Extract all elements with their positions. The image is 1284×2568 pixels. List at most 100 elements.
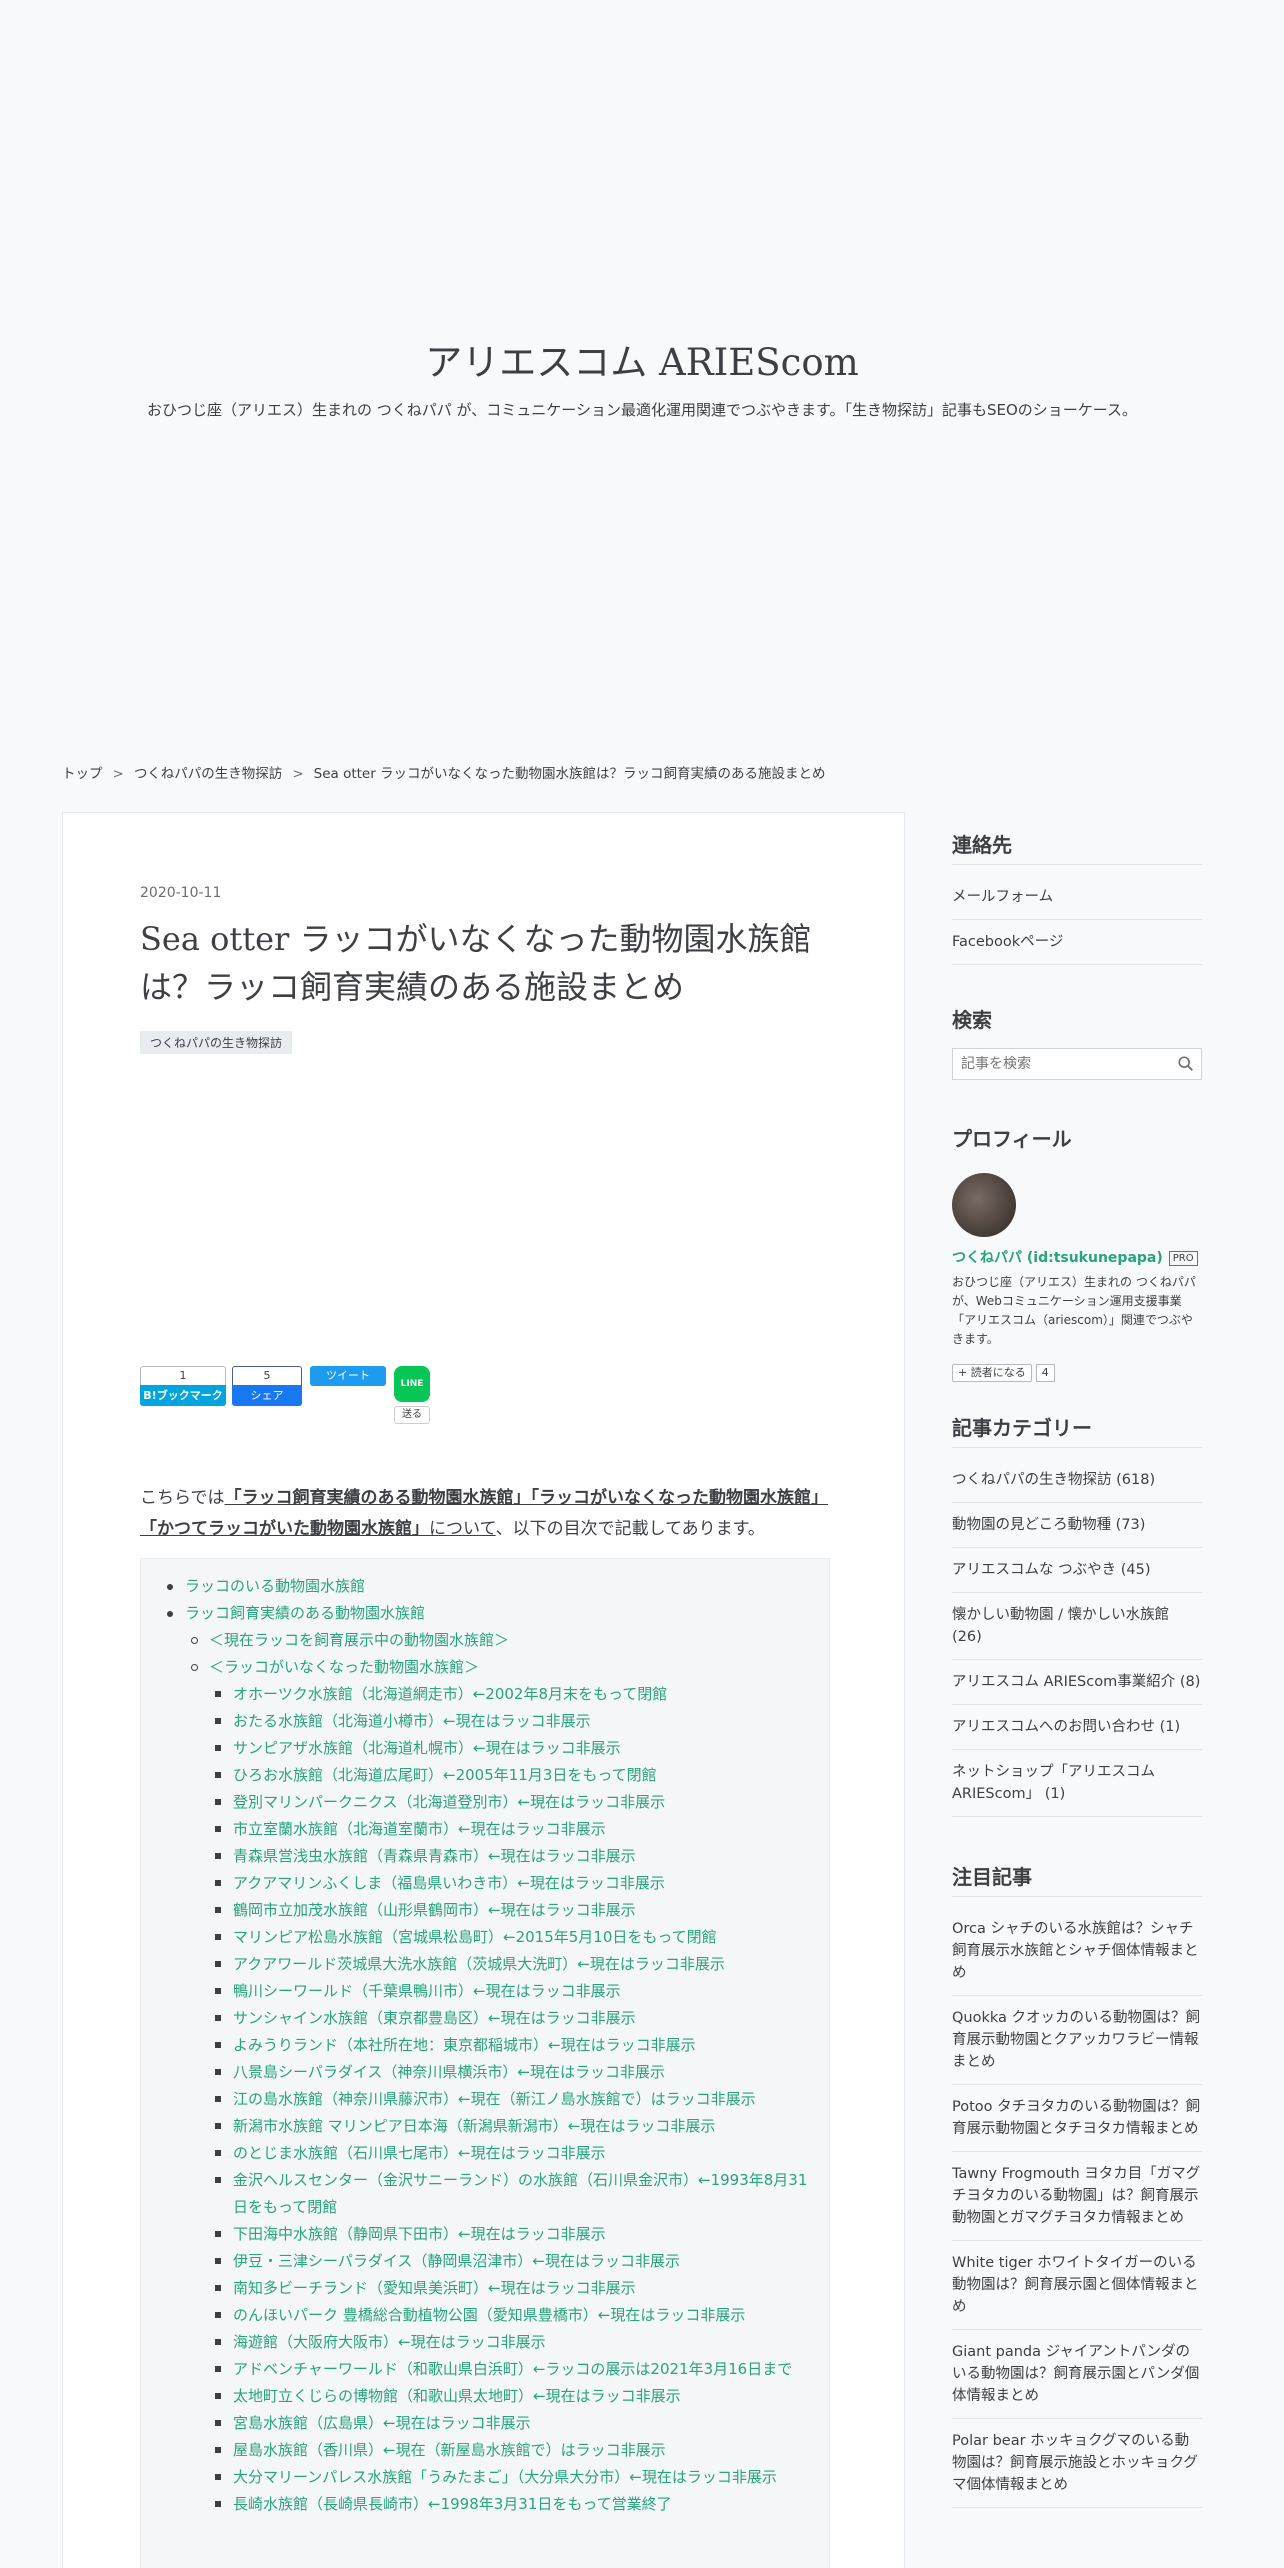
toc-facility-item[interactable]: 市立室蘭水族館（北海道室蘭市）←現在はラッコ非展示 [209,1816,809,1843]
toc-facility-item[interactable]: 伊豆・三津シーパラダイス（静岡県沼津市）←現在はラッコ非展示 [209,2248,809,2275]
search-input[interactable] [953,1049,1153,1079]
featured-article-link[interactable]: Polar bear ホッキョクグマのいる動物園は？飼育展示施設とホッキョクグマ… [952,2419,1202,2508]
toc-facility-item[interactable]: 海遊館（大阪府大阪市）←現在はラッコ非展示 [209,2329,809,2356]
category-link[interactable]: アリエスコムへのお問い合わせ (1) [952,1705,1202,1750]
intro-bold-2: 「ラッコがいなくなった動物園水族館」 [530,1488,829,1508]
reader-count: 4 [1035,1364,1055,1382]
featured-article-link[interactable]: Potoo タチヨタカのいる動物園は？飼育展示動物園とタチヨタカ情報まとめ [952,2085,1202,2152]
toc-facility-item[interactable]: おたる水族館（北海道小樽市）←現在はラッコ非展示 [209,1708,809,1735]
line-send-button[interactable]: 送る [394,1406,430,1424]
breadcrumb-current: Sea otter ラッコがいなくなった動物園水族館は？ラッコ飼育実績のある施設… [313,766,826,782]
toc-facility-item[interactable]: 下田海中水族館（静岡県下田市）←現在はラッコ非展示 [209,2221,809,2248]
toc-facility-item[interactable]: 屋島水族館（香川県）←現在（新屋島水族館で）はラッコ非展示 [209,2437,809,2464]
featured-article-link[interactable]: Tawny Frogmouth ヨタカ目「ガマグチヨタカのいる動物園」は？飼育展… [952,2152,1202,2241]
hatena-count: 1 [140,1366,226,1385]
toc-facility-item[interactable]: 太地町立くじらの博物館（和歌山県太地町）←現在はラッコ非展示 [209,2383,809,2410]
reader-widget: + 読者になる 4 [952,1361,1202,1382]
toc-facility-item[interactable]: 金沢ヘルスセンター（金沢サニーランド）の水族館（石川県金沢市）←1993年8月3… [209,2167,809,2221]
toc-facility-item[interactable]: 青森県営浅虫水族館（青森県青森市）←現在はラッコ非展示 [209,1843,809,1870]
toc-facility-item[interactable]: 鴨川シーワールド（千葉県鴨川市）←現在はラッコ非展示 [209,1978,809,2005]
profile-id[interactable]: つくねパパ (id:tsukunepapa) [952,1250,1163,1266]
toc-subitem[interactable]: ＜ラッコがいなくなった動物園水族館＞ オホーツク水族館（北海道網走市）←2002… [185,1654,809,2518]
category-link[interactable]: 動物園の見どころ動物種 (73) [952,1503,1202,1548]
toc-facility-item[interactable]: 大分マリーンパレス水族館「うみたまご」（大分県大分市）←現在はラッコ非展示 [209,2464,809,2491]
toc-facility-item[interactable]: のんほいパーク 豊橋総合動植物公園（愛知県豊橋市）←現在はラッコ非展示 [209,2302,809,2329]
sidebar-heading: プロフィール [952,1127,1072,1151]
blog-description: おひつじ座（アリエス）生まれの つくねパパ が、コミュニケーション最適化運用関連… [147,401,1137,419]
toc-facility-item[interactable]: マリンピア松島水族館（宮城県松島町）←2015年5月10日をもって閉館 [209,1924,809,1951]
toc-facility-item[interactable]: 長崎水族館（長崎県長崎市）←1998年3月31日をもって営業終了 [209,2491,809,2518]
toc-facility-item[interactable]: 登別マリンパークニクス（北海道登別市）←現在はラッコ非展示 [209,1789,809,1816]
subscribe-button[interactable]: + 読者になる [952,1364,1032,1382]
twitter-tweet-button[interactable]: ツイート [310,1366,386,1386]
toc-facility-item[interactable]: アクアマリンふくしま（福島県いわき市）←現在はラッコ非展示 [209,1870,809,1897]
intro-text: こちらでは [140,1488,225,1508]
intro-text: 、以下の目次で記載してあります。 [495,1519,765,1539]
toc-item-label[interactable]: ラッコ飼育実績のある動物園水族館 [185,1604,425,1622]
toc-subitem-label[interactable]: ＜ラッコがいなくなった動物園水族館＞ [209,1658,479,1676]
category-link[interactable]: 懐かしい動物園 / 懐かしい水族館 (26) [952,1593,1202,1660]
intro-bold-3: 「かつてラッコがいた動物園水族館」 [140,1519,429,1539]
toc-facility-item[interactable]: サンピアザ水族館（北海道札幌市）←現在はラッコ非展示 [209,1735,809,1762]
contact-mail-form-link[interactable]: メールフォーム [952,875,1202,920]
search-icon[interactable] [1177,1055,1195,1073]
toc-facility-item[interactable]: ひろお水族館（北海道広尾町）←2005年11月3日をもって閉館 [209,1762,809,1789]
sidebar-profile: プロフィール つくねパパ (id:tsukunepapa) PRO おひつじ座（ア… [952,1119,1202,1382]
pro-badge: PRO [1168,1250,1198,1266]
breadcrumb-separator: > [112,766,124,782]
blog-header: アリエスコム ARIEScom おひつじ座（アリエス）生まれの つくねパパ が、… [0,0,1284,740]
featured-article-link[interactable]: Orca シャチのいる水族館は？シャチ飼育展示水族館とシャチ個体情報まとめ [952,1907,1202,1996]
intro-underline: について [429,1519,496,1539]
facebook-count: 5 [232,1366,302,1385]
entry-date[interactable]: 2020-10-11 [140,885,221,901]
toc-facility-item[interactable]: 江の島水族館（神奈川県藤沢市）←現在（新江ノ島水族館で）はラッコ非展示 [209,2086,809,2113]
toc-facility-item[interactable]: アドベンチャーワールド（和歌山県白浜町）←ラッコの展示は2021年3月16日まで [209,2356,809,2383]
toc-item[interactable]: ラッコ飼育実績のある動物園水族館 ＜現在ラッコを飼育展示中の動物園水族館＞ ＜ラ… [161,1600,809,2518]
entry-article: 2020-10-11 Sea otter ラッコがいなくなった動物園水族館は？ラ… [62,812,905,2568]
featured-article-link[interactable]: Giant panda ジャイアントパンダのいる動物園は？飼育展示園とパンダ個体… [952,2330,1202,2419]
blog-title[interactable]: アリエスコム ARIEScom [0,332,1284,386]
hatena-bookmark-button[interactable]: 1 B!ブックマーク [140,1366,226,1408]
search-box [952,1048,1202,1080]
breadcrumb-top[interactable]: トップ [62,766,103,782]
category-link[interactable]: つくねパパの生き物探訪 (618) [952,1458,1202,1503]
sidebar-featured: 注目記事 Orca シャチのいる水族館は？シャチ飼育展示水族館とシャチ個体情報ま… [952,1857,1202,2508]
entry-category-tag[interactable]: つくねパパの生き物探訪 [140,1031,293,1054]
profile-name[interactable]: つくねパパ (id:tsukunepapa) PRO [952,1247,1202,1267]
intro-bold-1: 「ラッコ飼育実績のある動物園水族館」 [224,1488,531,1508]
subscribe-label: 読者になる [970,1366,1026,1379]
toc-facility-item[interactable]: オホーツク水族館（北海道網走市）←2002年8月末をもって閉館 [209,1681,809,1708]
hatena-label: B!ブックマーク [140,1385,226,1406]
avatar[interactable] [952,1173,1016,1237]
contact-facebook-link[interactable]: Facebookページ [952,920,1202,965]
table-of-contents: ラッコのいる動物園水族館 ラッコ飼育実績のある動物園水族館 ＜現在ラッコを飼育展… [140,1558,830,2568]
entry-intro: こちらでは「ラッコ飼育実績のある動物園水族館」「ラッコがいなくなった動物園水族館… [140,1483,830,1545]
sidebar-search: 検索 [952,1000,1202,1080]
toc-facility-item[interactable]: 南知多ビーチランド（愛知県美浜町）←現在はラッコ非展示 [209,2275,809,2302]
featured-article-link[interactable]: White tiger ホワイトタイガーのいる動物園は？飼育展示園と個体情報まと… [952,2241,1202,2330]
toc-facility-item[interactable]: 八景島シーパラダイス（神奈川県横浜市）←現在はラッコ非展示 [209,2059,809,2086]
breadcrumb-category[interactable]: つくねパパの生き物探訪 [134,766,283,782]
sidebar-contact: 連絡先 メールフォーム Facebookページ [952,825,1202,965]
sidebar-heading: 注目記事 [952,1857,1202,1897]
facebook-share-button[interactable]: 5 シェア [232,1366,302,1408]
sidebar-heading: 記事カテゴリー [952,1408,1202,1448]
facebook-label: シェア [232,1385,302,1406]
toc-facility-item[interactable]: よみうりランド（本社所在地：東京都稲城市）←現在はラッコ非展示 [209,2032,809,2059]
category-link[interactable]: アリエスコム ARIEScom事業紹介 (8) [952,1660,1202,1705]
toc-facility-item[interactable]: のとじま水族館（石川県七尾市）←現在はラッコ非展示 [209,2140,809,2167]
featured-article-link[interactable]: Quokka クオッカのいる動物園は？飼育展示動物園とクアッカワラビー情報まとめ [952,1996,1202,2085]
toc-facility-item[interactable]: 新潟市水族館 マリンピア日本海（新潟県新潟市）←現在はラッコ非展示 [209,2113,809,2140]
sidebar-heading: 検索 [952,1008,992,1032]
toc-facility-item[interactable]: アクアワールド茨城県大洗水族館（茨城県大洗町）←現在はラッコ非展示 [209,1951,809,1978]
toc-facility-item[interactable]: 宮島水族館（広島県）←現在はラッコ非展示 [209,2410,809,2437]
line-icon[interactable]: LINE [394,1366,430,1402]
toc-subitem[interactable]: ＜現在ラッコを飼育展示中の動物園水族館＞ [185,1627,809,1654]
toc-facility-item[interactable]: サンシャイン水族館（東京都豊島区）←現在はラッコ非展示 [209,2005,809,2032]
toc-item[interactable]: ラッコのいる動物園水族館 [161,1573,809,1600]
entry-title[interactable]: Sea otter ラッコがいなくなった動物園水族館は？ラッコ飼育実績のある施設… [140,915,820,1011]
category-link[interactable]: アリエスコムな つぶやき (45) [952,1548,1202,1593]
profile-description: おひつじ座（アリエス）生まれの つくねパパ が、Webコミュニケーション運用支援… [952,1275,1196,1346]
category-link[interactable]: ネットショップ「アリエスコム ARIEScom」 (1) [952,1750,1202,1817]
toc-facility-item[interactable]: 鶴岡市立加茂水族館（山形県鶴岡市）←現在はラッコ非展示 [209,1897,809,1924]
